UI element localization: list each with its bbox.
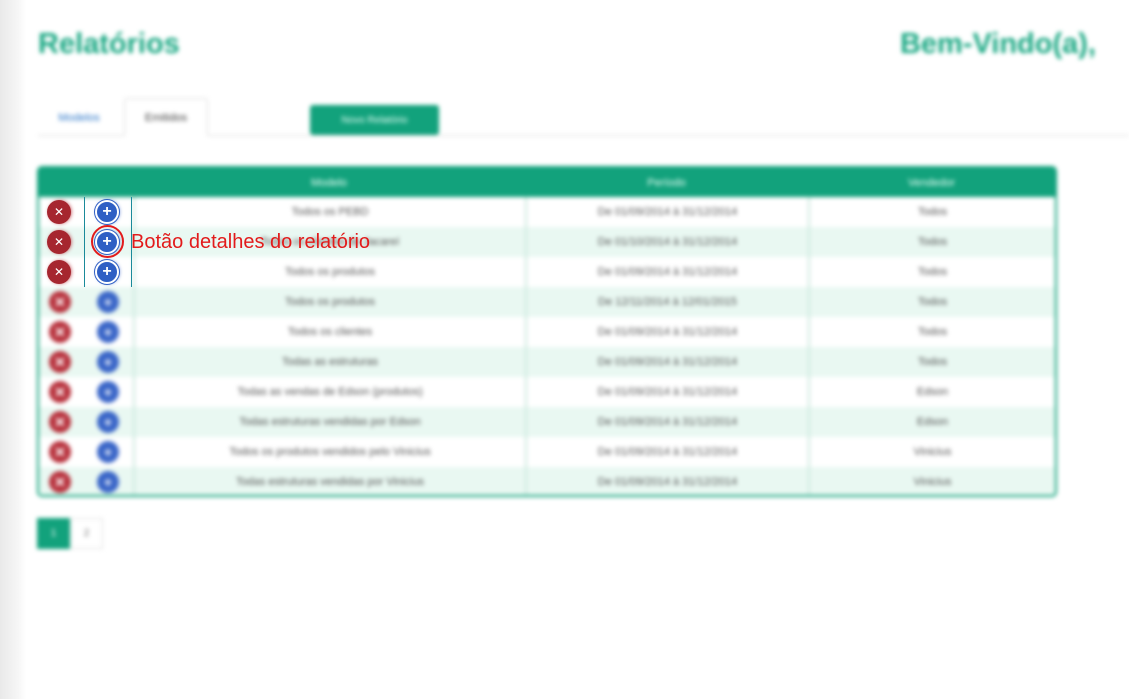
plus-circle-icon[interactable]: + — [97, 441, 119, 463]
plus-circle-icon[interactable]: + — [97, 351, 119, 373]
delete-circle-icon[interactable]: ✕ — [49, 321, 71, 343]
row-actions: ✕+ — [39, 287, 133, 317]
new-report-button[interactable]: Novo Relatório — [310, 105, 439, 135]
cell-period: De 01/09/2014 à 31/12/2014 — [525, 467, 808, 495]
cell-period: De 01/09/2014 à 31/12/2014 — [525, 317, 808, 347]
cell-vendor: Todos — [808, 227, 1055, 257]
plus-circle-icon[interactable]: + — [97, 471, 119, 493]
table-row: ✕ + Todos os PEBDDe 01/09/2014 à 31/12/201… — [39, 197, 1055, 227]
delete-circle-icon[interactable]: ✕ — [47, 230, 71, 254]
delete-circle-icon[interactable]: ✕ — [49, 291, 71, 313]
reports-table: Modelo Período Vendedor ✕+Todos os PEBDD… — [37, 166, 1057, 497]
table-row: ✕ + Todos os produtos De 12/11/2014 à 12/01… — [39, 287, 1055, 317]
delete-circle-icon[interactable]: ✕ — [47, 260, 71, 284]
plus-circle-icon[interactable]: + — [97, 321, 119, 343]
table-header: Modelo Período Vendedor — [39, 168, 1055, 197]
row-actions: ✕+ — [39, 467, 133, 495]
plus-circle-icon[interactable]: + — [97, 291, 119, 313]
cell-model: Todos os produtos — [133, 287, 525, 317]
tab-emitidos[interactable]: Emitidos — [124, 98, 208, 136]
page-title: Relatórios — [38, 28, 180, 60]
cell-period: De 01/10/2014 à 31/12/2014 — [525, 227, 808, 257]
page-button[interactable]: 1 — [37, 518, 70, 549]
cell-model: Todos os produtos — [133, 257, 525, 287]
cell-vendor: Todos — [808, 197, 1055, 227]
table-row: ✕ + Todas estruturas vendidas por Vinicius… — [39, 467, 1055, 495]
annotation-label: Botão detalhes do relatório — [131, 231, 371, 253]
row-actions: ✕+ — [39, 407, 133, 437]
cell-vendor: Todos — [808, 257, 1055, 287]
cell-vendor: Vinicius — [808, 437, 1055, 467]
plus-circle-icon[interactable]: + — [95, 200, 119, 224]
cell-period: De 01/09/2014 à 31/12/2014 — [525, 437, 808, 467]
cell-vendor: Todos — [808, 287, 1055, 317]
left-shade — [0, 0, 26, 699]
cell-period: De 12/11/2014 à 12/01/2015 — [525, 287, 808, 317]
cell-vendor: Edson — [808, 407, 1055, 437]
welcome-text: Bem-Vindo(a), — [899, 28, 1096, 60]
icon-row: ✕ + — [37, 197, 133, 227]
cell-period: De 01/09/2014 à 31/12/2014 — [525, 257, 808, 287]
cell-period: De 01/09/2014 à 31/12/2014 — [525, 347, 808, 377]
delete-circle-icon[interactable]: ✕ — [47, 200, 71, 224]
cell-model: Todas as estruturas — [133, 347, 525, 377]
tab-modelos[interactable]: Modelos — [38, 100, 120, 136]
table-row: ✕ + Todas as vendas de Edson (produtos) De … — [39, 377, 1055, 407]
icon-row: ✕ + — [37, 257, 133, 287]
delete-circle-icon[interactable]: ✕ — [49, 411, 71, 433]
cell-model: Todas estruturas vendidas por Vinicius — [133, 467, 525, 495]
cell-model: Todos os clientes — [133, 317, 525, 347]
table-row: ✕ + Todas estruturas vendidas por Edson De … — [39, 407, 1055, 437]
delete-circle-icon[interactable]: ✕ — [49, 381, 71, 403]
cell-vendor: Todos — [808, 347, 1055, 377]
plus-circle-icon[interactable]: + — [97, 381, 119, 403]
header-actions — [39, 168, 133, 197]
cell-vendor: Vinicius — [808, 467, 1055, 495]
cell-period: De 01/09/2014 à 31/12/2014 — [525, 407, 808, 437]
cell-vendor: Edson — [808, 377, 1055, 407]
cell-vendor: Todos — [808, 317, 1055, 347]
row-actions: ✕+ — [39, 347, 133, 377]
delete-circle-icon[interactable]: ✕ — [49, 441, 71, 463]
row-actions: ✕+ — [39, 437, 133, 467]
cell-model: Todos os PEBD — [133, 197, 525, 227]
row-actions: ✕+ — [39, 317, 133, 347]
cell-period: De 01/09/2014 à 31/12/2014 — [525, 197, 808, 227]
cell-model: Todos os produtos vendidos pelo Vinicius — [133, 437, 525, 467]
cell-model: Todas estruturas vendidas por Edson — [133, 407, 525, 437]
plus-circle-icon[interactable]: + — [95, 260, 119, 284]
table-row: ✕ + Todos os produtosDe 01/09/2014 à 31/12… — [39, 257, 1055, 287]
table-row: ✕ + Todos os clientes De 01/09/2014 à 31/12… — [39, 317, 1055, 347]
plus-circle-icon[interactable]: + — [97, 411, 119, 433]
delete-circle-icon[interactable]: ✕ — [49, 471, 71, 493]
page-button[interactable]: 2 — [70, 518, 103, 549]
table-row: ✕ + Todos os produtos vendidos pelo Vinici… — [39, 437, 1055, 467]
header-model: Modelo — [310, 176, 348, 189]
pagination: 1 2 — [37, 518, 103, 549]
header-vendor: Vendedor — [907, 176, 956, 189]
delete-circle-icon[interactable]: ✕ — [49, 351, 71, 373]
table-row: ✕ + Todas as estruturas De 01/09/2014 à 31/… — [39, 347, 1055, 377]
highlight-circle — [91, 225, 124, 258]
cell-model: Todas as vendas de Edson (produtos) — [133, 377, 525, 407]
header-period: Período — [647, 176, 686, 189]
row-actions: ✕+ — [39, 377, 133, 407]
cell-period: De 01/09/2014 à 31/12/2014 — [525, 377, 808, 407]
